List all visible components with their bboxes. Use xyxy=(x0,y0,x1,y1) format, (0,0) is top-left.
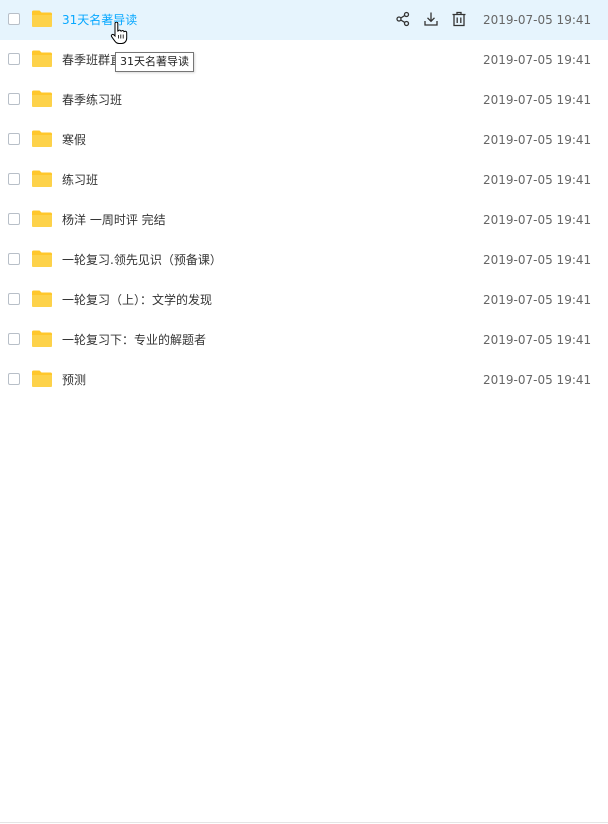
file-row[interactable]: 寒假 2019-07-05 19:41 xyxy=(0,120,608,160)
folder-icon xyxy=(32,290,52,307)
file-date: 2019-07-05 19:41 xyxy=(483,53,592,67)
row-checkbox[interactable] xyxy=(8,133,20,145)
file-name-link[interactable]: 寒假 xyxy=(62,132,86,148)
file-date: 2019-07-05 19:41 xyxy=(483,133,592,147)
row-checkbox[interactable] xyxy=(8,93,20,105)
file-row[interactable]: 一轮复习下：专业的解题者 2019-07-05 19:41 xyxy=(0,320,608,360)
file-name-link[interactable]: 一轮复习下：专业的解题者 xyxy=(62,332,206,348)
hand-cursor-icon xyxy=(110,22,128,44)
file-name-link[interactable]: 杨洋 一周时评 完结 xyxy=(62,212,166,228)
folder-icon xyxy=(32,130,52,147)
file-date: 2019-07-05 19:41 xyxy=(483,253,592,267)
file-row[interactable]: 31天名著导读 2019-07-05 19:41 xyxy=(0,0,608,40)
folder-icon xyxy=(32,90,52,107)
row-checkbox[interactable] xyxy=(8,173,20,185)
file-row[interactable]: 练习班 2019-07-05 19:41 xyxy=(0,160,608,200)
row-actions xyxy=(394,10,468,28)
row-checkbox[interactable] xyxy=(8,373,20,385)
file-date: 2019-07-05 19:41 xyxy=(483,173,592,187)
file-row[interactable]: 一轮复习.领先见识（预备课） 2019-07-05 19:41 xyxy=(0,240,608,280)
row-checkbox[interactable] xyxy=(8,293,20,305)
file-name-link[interactable]: 春季练习班 xyxy=(62,92,122,108)
file-row[interactable]: 春季练习班 2019-07-05 19:41 xyxy=(0,80,608,120)
folder-icon xyxy=(32,170,52,187)
folder-icon xyxy=(32,50,52,67)
file-date: 2019-07-05 19:41 xyxy=(483,93,592,107)
file-name-link[interactable]: 练习班 xyxy=(62,172,98,188)
folder-icon xyxy=(32,250,52,267)
folder-icon xyxy=(32,10,52,27)
file-name-link[interactable]: 一轮复习.领先见识（预备课） xyxy=(62,252,222,268)
file-date: 2019-07-05 19:41 xyxy=(483,293,592,307)
share-icon xyxy=(396,11,410,27)
file-row[interactable]: 一轮复习（上）：文学的发现 2019-07-05 19:41 xyxy=(0,280,608,320)
name-tooltip: 31天名著导读 xyxy=(115,52,194,72)
delete-icon xyxy=(452,11,466,27)
file-date: 2019-07-05 19:41 xyxy=(483,13,592,27)
file-name-link[interactable]: 预测 xyxy=(62,372,86,388)
share-button[interactable] xyxy=(394,10,412,28)
row-checkbox[interactable] xyxy=(8,253,20,265)
file-name-link[interactable]: 一轮复习（上）：文学的发现 xyxy=(62,292,212,308)
download-button[interactable] xyxy=(422,10,440,28)
folder-icon xyxy=(32,210,52,227)
file-date: 2019-07-05 19:41 xyxy=(483,373,592,387)
folder-icon xyxy=(32,330,52,347)
row-checkbox[interactable] xyxy=(8,333,20,345)
row-checkbox[interactable] xyxy=(8,53,20,65)
delete-button[interactable] xyxy=(450,10,468,28)
row-checkbox[interactable] xyxy=(8,13,20,25)
divider xyxy=(0,822,608,823)
file-row[interactable]: 预测 2019-07-05 19:41 xyxy=(0,360,608,400)
row-checkbox[interactable] xyxy=(8,213,20,225)
folder-icon xyxy=(32,370,52,387)
download-icon xyxy=(424,12,438,26)
file-row[interactable]: 春季班群直播 2019-07-05 19:41 xyxy=(0,40,608,80)
file-list: 31天名著导读 2019-07-05 19:41 春季班群直播 2019-07-… xyxy=(0,0,608,400)
file-date: 2019-07-05 19:41 xyxy=(483,213,592,227)
file-row[interactable]: 杨洋 一周时评 完结 2019-07-05 19:41 xyxy=(0,200,608,240)
file-date: 2019-07-05 19:41 xyxy=(483,333,592,347)
